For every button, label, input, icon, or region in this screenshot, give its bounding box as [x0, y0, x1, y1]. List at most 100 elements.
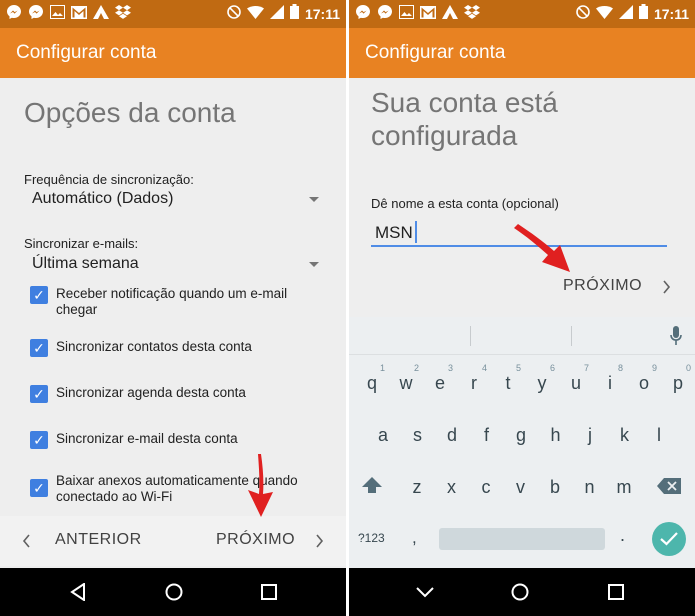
- checkbox-row-email[interactable]: ✓ Sincronizar e-mail desta conta: [30, 431, 330, 449]
- key-number-hint: 4: [481, 363, 487, 373]
- messenger-icon: [355, 4, 371, 26]
- comma-key[interactable]: ,: [412, 528, 417, 548]
- checkbox-row-notify[interactable]: ✓ Receber notificação quando um e-mail c…: [30, 286, 330, 318]
- key-q[interactable]: q1: [357, 363, 387, 394]
- key-y[interactable]: y6: [527, 363, 557, 394]
- messenger-icon: [28, 4, 44, 26]
- suggestion-divider: [470, 326, 471, 346]
- home-circle-icon[interactable]: [165, 583, 183, 601]
- sync-emails-value: Última semana: [32, 255, 139, 272]
- back-triangle-icon[interactable]: [70, 583, 86, 601]
- sync-frequency-spinner[interactable]: Automático (Dados): [24, 186, 324, 212]
- checkbox-label: Receber notificação quando um e-mail che…: [56, 286, 288, 317]
- checkbox-row-attachments[interactable]: ✓ Baixar anexos automaticamente quando c…: [30, 473, 330, 505]
- checkmark-icon: [660, 532, 678, 546]
- key-letter: r: [471, 373, 477, 393]
- key-h[interactable]: h: [541, 425, 571, 446]
- sync-frequency-value: Automático (Dados): [32, 190, 174, 207]
- recents-square-icon[interactable]: [608, 584, 624, 600]
- key-g[interactable]: g: [506, 425, 536, 446]
- suggestion-divider: [571, 326, 572, 346]
- key-number-hint: 5: [515, 363, 521, 373]
- next-button-label: PRÓXIMO: [563, 277, 643, 294]
- key-s[interactable]: s: [403, 425, 433, 446]
- spacebar[interactable]: [439, 528, 605, 550]
- period-key[interactable]: .: [620, 525, 625, 546]
- checkbox-row-calendar[interactable]: ✓ Sincronizar agenda desta conta: [30, 385, 330, 403]
- key-number-hint: 6: [549, 363, 555, 373]
- checkbox-checked-icon[interactable]: ✓: [30, 339, 48, 357]
- key-number-hint: 2: [413, 363, 419, 373]
- enter-key[interactable]: [652, 522, 686, 556]
- key-z[interactable]: z: [402, 477, 432, 498]
- image-icon: [399, 5, 414, 25]
- key-j[interactable]: j: [575, 425, 605, 446]
- back-button-label: ANTERIOR: [55, 531, 142, 548]
- checkbox-row-contacts[interactable]: ✓ Sincronizar contatos desta conta: [30, 339, 330, 357]
- next-button[interactable]: PRÓXIMO: [210, 526, 330, 556]
- next-button[interactable]: PRÓXIMO: [557, 272, 677, 302]
- key-l[interactable]: l: [644, 425, 674, 446]
- sync-emails-label: Sincronizar e-mails:: [24, 236, 139, 251]
- key-number-hint: 1: [379, 363, 385, 373]
- checkbox-checked-icon[interactable]: ✓: [30, 286, 48, 304]
- symbols-key[interactable]: ?123: [358, 531, 385, 545]
- key-number-hint: 9: [651, 363, 657, 373]
- dropdown-arrow-icon: [309, 197, 319, 202]
- key-r[interactable]: r4: [459, 363, 489, 394]
- checkbox-checked-icon[interactable]: ✓: [30, 479, 48, 497]
- microphone-icon[interactable]: [670, 326, 682, 346]
- chevron-right-icon: [316, 534, 324, 548]
- dropbox-icon: [464, 4, 480, 26]
- sync-emails-spinner[interactable]: Última semana: [24, 251, 324, 277]
- text-cursor: [415, 221, 417, 243]
- keyboard-hide-icon[interactable]: [415, 586, 435, 598]
- key-number-hint: 7: [583, 363, 589, 373]
- recents-square-icon[interactable]: [261, 584, 277, 600]
- backspace-icon[interactable]: [657, 478, 681, 494]
- checkbox-checked-icon[interactable]: ✓: [30, 385, 48, 403]
- bottom-navigation: ANTERIOR PRÓXIMO: [0, 516, 346, 566]
- shift-icon[interactable]: [361, 476, 383, 496]
- key-letter: t: [505, 373, 511, 393]
- status-time: 17:11: [653, 6, 689, 22]
- checkbox-label: Sincronizar contatos desta conta: [56, 339, 252, 354]
- key-p[interactable]: p0: [663, 363, 693, 394]
- key-n[interactable]: n: [575, 477, 605, 498]
- key-a[interactable]: a: [368, 425, 398, 446]
- key-m[interactable]: m: [609, 477, 639, 498]
- key-o[interactable]: o9: [629, 363, 659, 394]
- key-letter: i: [608, 373, 612, 393]
- chevron-left-icon: [22, 534, 30, 548]
- key-i[interactable]: i8: [595, 363, 625, 394]
- key-letter: e: [434, 373, 445, 393]
- key-e[interactable]: e3: [425, 363, 455, 394]
- key-t[interactable]: t5: [493, 363, 523, 394]
- key-c[interactable]: c: [471, 477, 501, 498]
- sync-frequency-label: Frequência de sincronização:: [24, 172, 194, 187]
- key-u[interactable]: u7: [561, 363, 591, 394]
- wifi-icon: [246, 4, 264, 24]
- checkbox-checked-icon[interactable]: ✓: [30, 431, 48, 449]
- right-screen: 17:11 Configurar conta Sua conta está co…: [349, 0, 695, 616]
- key-k[interactable]: k: [610, 425, 640, 446]
- messenger-icon: [377, 4, 393, 26]
- suggestion-strip: [349, 317, 695, 355]
- key-f[interactable]: f: [472, 425, 502, 446]
- soft-keyboard: q1w2e3r4t5y6u7i8o9p0 asdfghjkl zxcvbnm ?…: [349, 317, 695, 568]
- key-d[interactable]: d: [437, 425, 467, 446]
- key-w[interactable]: w2: [391, 363, 421, 394]
- key-v[interactable]: v: [506, 477, 536, 498]
- checkbox-label: Sincronizar e-mail desta conta: [56, 431, 238, 446]
- home-circle-icon[interactable]: [511, 583, 529, 601]
- status-bar: 17:11: [349, 0, 695, 28]
- airdroid-icon: [442, 5, 458, 25]
- left-screen: 17:11 Configurar conta Opções da conta F…: [0, 0, 346, 616]
- key-number-hint: 8: [617, 363, 623, 373]
- key-x[interactable]: x: [437, 477, 467, 498]
- key-b[interactable]: b: [540, 477, 570, 498]
- back-button[interactable]: ANTERIOR: [18, 526, 148, 556]
- block-icon: [227, 4, 241, 24]
- messenger-icon: [6, 4, 22, 26]
- airdroid-icon: [93, 5, 109, 25]
